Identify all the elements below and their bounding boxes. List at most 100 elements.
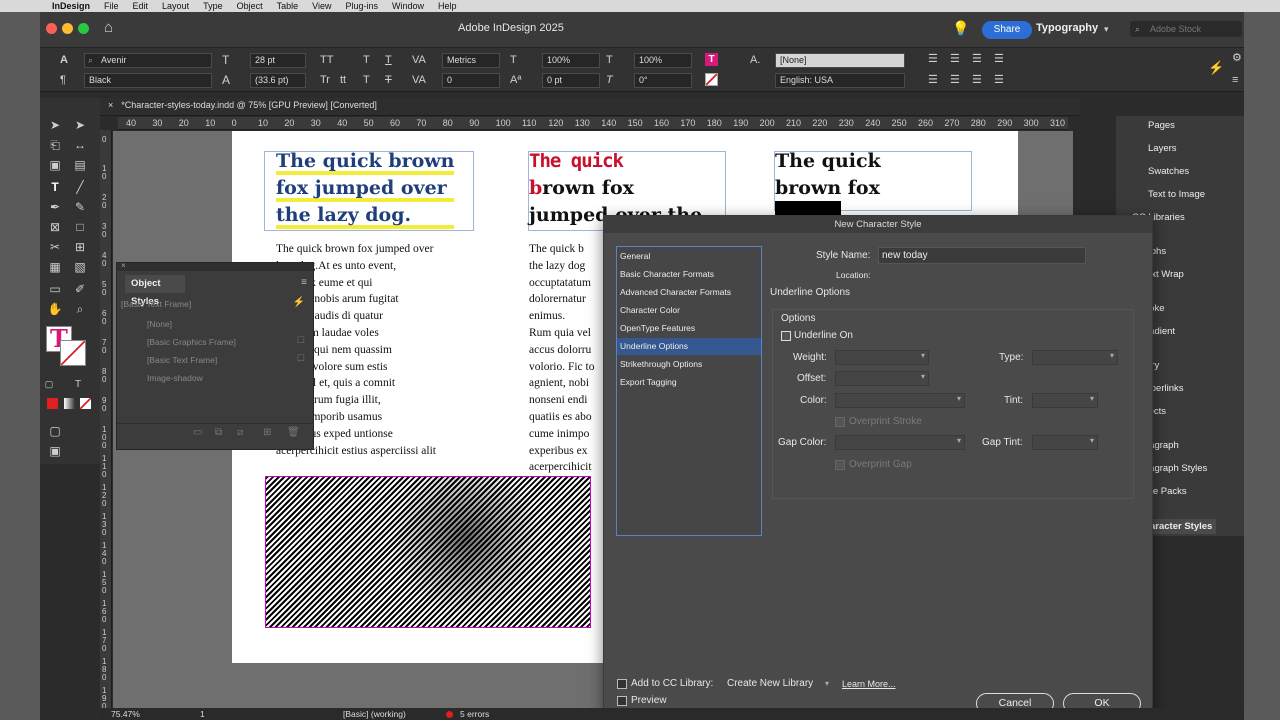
halftone-image[interactable] xyxy=(265,476,591,628)
strikethrough-icon[interactable]: T xyxy=(385,74,392,86)
document-tab[interactable]: × *Character-styles-today.indd @ 75% [GPU… xyxy=(108,100,377,110)
note-tool-icon[interactable]: ▭ xyxy=(45,282,65,296)
offset-field[interactable]: ▾ xyxy=(835,371,929,386)
scissors-tool-icon[interactable]: ✂ xyxy=(45,240,65,254)
menu-icon[interactable]: ≡ xyxy=(1232,74,1238,86)
menu-type[interactable]: Type xyxy=(203,1,223,11)
dock-panel-item[interactable]: Pages xyxy=(1148,120,1175,131)
apply-color-icon[interactable] xyxy=(47,398,58,409)
add-cc-checkbox[interactable] xyxy=(617,679,627,689)
lightning-icon[interactable]: ⚡ xyxy=(293,297,305,308)
rectangle-frame-tool-icon[interactable]: ⊠ xyxy=(45,220,65,234)
category-character-color[interactable]: Character Color xyxy=(617,302,761,319)
gradient-swatch-tool-icon[interactable]: ▦ xyxy=(45,260,65,274)
lightning-icon[interactable]: ⚡ xyxy=(1208,61,1224,74)
menu-window[interactable]: Window xyxy=(392,1,424,11)
close-window-button[interactable] xyxy=(46,23,57,34)
category-strikethrough-options[interactable]: Strikethrough Options xyxy=(617,356,761,373)
page-number[interactable]: 1 xyxy=(200,708,205,720)
object-style-item[interactable]: [Basic Graphics Frame] xyxy=(147,337,236,347)
type-tool-icon[interactable]: T xyxy=(45,180,65,194)
small-caps-icon[interactable]: tt xyxy=(340,74,346,86)
clear-attributes-icon[interactable]: ⧄ xyxy=(237,427,243,438)
color-select[interactable]: ▾ xyxy=(835,393,965,408)
hand-tool-icon[interactable]: ✋ xyxy=(45,302,65,316)
menu-table[interactable]: Table xyxy=(277,1,299,11)
dock-panel-item[interactable]: ragraph Styles xyxy=(1146,463,1207,474)
category-underline-options[interactable]: Underline Options xyxy=(617,338,761,355)
category-basic-character-formats[interactable]: Basic Character Formats xyxy=(617,266,761,283)
stock-search-input[interactable]: ⌕ Adobe Stock xyxy=(1130,21,1242,37)
gear-icon[interactable]: ⚙ xyxy=(1232,52,1242,64)
screen-mode-icon[interactable]: ▣ xyxy=(45,444,65,458)
object-style-item[interactable]: [None] xyxy=(147,319,172,329)
superscript-icon[interactable]: T xyxy=(363,54,370,66)
type-select[interactable]: ▾ xyxy=(1032,350,1118,365)
overprint-stroke-checkbox[interactable] xyxy=(835,417,845,427)
apply-gradient-icon[interactable] xyxy=(64,398,75,409)
gradient-feather-tool-icon[interactable]: ▧ xyxy=(70,260,90,274)
category-general[interactable]: General xyxy=(617,248,761,265)
align-justify-icon[interactable]: ☰ xyxy=(994,53,1004,65)
cc-library-select[interactable]: Create New Library xyxy=(727,678,813,689)
menu-app[interactable]: InDesign xyxy=(52,1,90,11)
object-style-item[interactable]: [Basic Text Frame] xyxy=(147,355,217,365)
font-family-field[interactable]: ⌕ Avenir xyxy=(84,53,212,68)
style-name-input[interactable]: new today xyxy=(878,247,1086,264)
content-placer-icon[interactable]: ▤ xyxy=(70,158,90,172)
object-style-item[interactable]: Image-shadow xyxy=(147,373,203,383)
align-left-icon[interactable]: ☰ xyxy=(928,53,938,65)
content-collector-icon[interactable]: ▣ xyxy=(45,158,65,172)
gap-tint-field[interactable]: ▾ xyxy=(1032,435,1098,450)
underline-icon[interactable]: T xyxy=(385,54,392,66)
fill-color-icon[interactable]: T xyxy=(705,53,718,66)
panel-menu-icon[interactable]: ≡ xyxy=(301,277,307,288)
kerning-field[interactable]: Metrics xyxy=(442,53,500,68)
stroke-swatch[interactable] xyxy=(60,340,86,366)
rectangle-tool-icon[interactable]: □ xyxy=(70,220,90,234)
subscript-icon[interactable]: T xyxy=(363,74,370,86)
gap-color-select[interactable]: ▾ xyxy=(835,435,965,450)
free-transform-tool-icon[interactable]: ⊞ xyxy=(70,240,90,254)
working-style[interactable]: [Basic] (working) xyxy=(343,708,406,720)
character-mode-icon[interactable]: A xyxy=(60,54,68,66)
tracking-field[interactable]: 0 xyxy=(442,73,500,88)
new-style-icon[interactable]: ⊞ xyxy=(263,427,271,438)
object-styles-tab[interactable]: Object Styles xyxy=(125,275,185,307)
chevron-down-icon[interactable]: ▾ xyxy=(825,679,829,688)
tint-field[interactable]: ▾ xyxy=(1032,393,1098,408)
share-button[interactable]: Share xyxy=(982,21,1032,39)
learn-more-link[interactable]: Learn More... xyxy=(842,679,896,689)
pen-tool-icon[interactable]: ✒ xyxy=(45,200,65,214)
minimize-window-button[interactable] xyxy=(62,23,73,34)
menu-plugins[interactable]: Plug-ins xyxy=(345,1,378,11)
formatting-text-icon[interactable]: T xyxy=(68,379,88,390)
selection-tool-icon[interactable]: ➤ xyxy=(45,118,65,132)
justify-all-icon[interactable]: ☰ xyxy=(994,74,1004,86)
body-text-col2[interactable]: The quick b the lazy dog occuptatatum dolor… xyxy=(529,241,609,476)
dock-panel-item[interactable]: Text to Image xyxy=(1148,189,1205,200)
zoom-level[interactable]: 75.47% xyxy=(111,708,140,720)
eyedropper-tool-icon[interactable]: ✐ xyxy=(70,282,90,296)
menu-file[interactable]: File xyxy=(104,1,119,11)
justify-right-icon[interactable]: ☰ xyxy=(972,74,982,86)
justify-center-icon[interactable]: ☰ xyxy=(950,74,960,86)
menu-layout[interactable]: Layout xyxy=(162,1,189,11)
category-advanced-character-formats[interactable]: Advanced Character Formats xyxy=(617,284,761,301)
zoom-window-button[interactable] xyxy=(78,23,89,34)
weight-field[interactable]: ▾ xyxy=(835,350,929,365)
category-opentype-features[interactable]: OpenType Features xyxy=(617,320,761,337)
skew-field[interactable]: 0° xyxy=(634,73,692,88)
gap-tool-icon[interactable]: ↔ xyxy=(70,138,90,152)
menu-help[interactable]: Help xyxy=(438,1,457,11)
align-center-icon[interactable]: ☰ xyxy=(950,53,960,65)
trash-icon[interactable]: 🗑 xyxy=(287,427,300,438)
underline-on-checkbox[interactable] xyxy=(781,331,791,341)
close-icon[interactable]: × xyxy=(108,100,113,110)
line-tool-icon[interactable]: ╱ xyxy=(70,180,90,194)
workspace-switcher[interactable]: Typography xyxy=(1036,22,1098,34)
leading-field[interactable]: (33.6 pt) xyxy=(250,73,306,88)
vertical-scale-field[interactable]: 100% xyxy=(542,53,600,68)
clear-overrides-icon[interactable]: ⧉ xyxy=(215,427,222,438)
justify-left-icon[interactable]: ☰ xyxy=(928,74,938,86)
